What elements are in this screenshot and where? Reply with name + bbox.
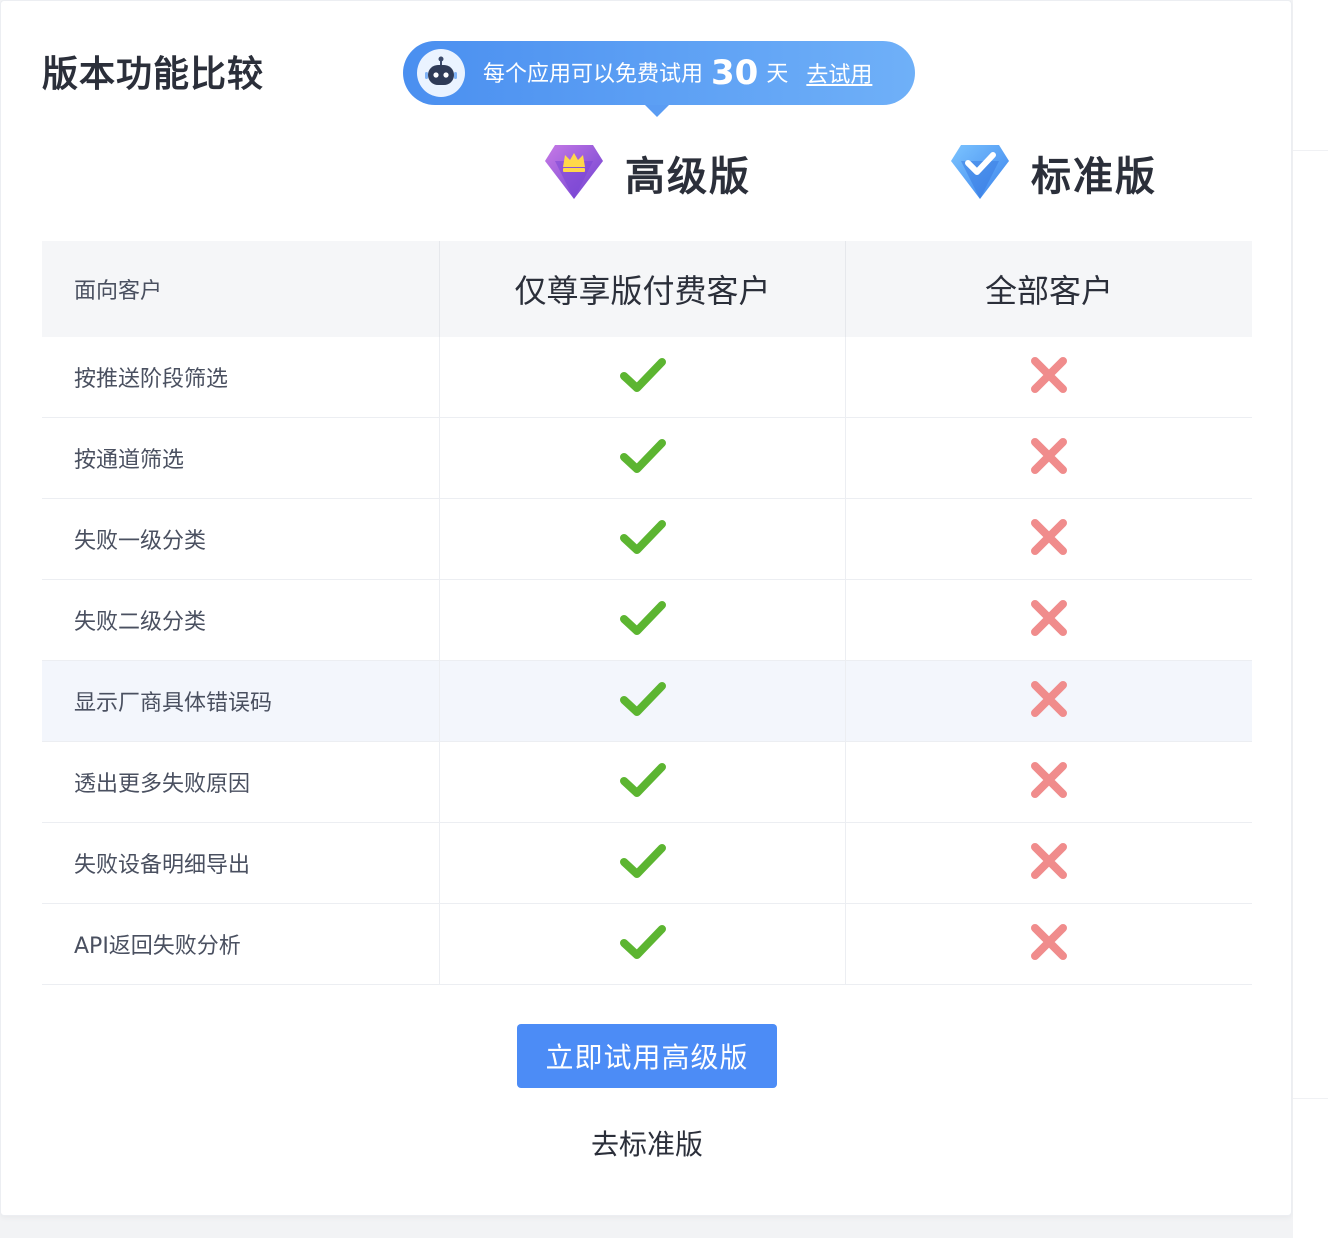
table-row: 显示厂商具体错误码 xyxy=(42,661,1252,742)
header-label: 面向客户 xyxy=(74,279,163,304)
go-standard-link[interactable]: 去标准版 xyxy=(517,1123,777,1163)
divider xyxy=(1293,1098,1328,1099)
header-premium: 仅尊享版付费客户 xyxy=(439,241,845,337)
cross-icon xyxy=(1030,680,1068,722)
cross-icon xyxy=(1030,437,1068,479)
table-row: 失败一级分类 xyxy=(42,499,1252,580)
trial-banner: 每个应用可以免费试用 30 天 去试用 xyxy=(403,41,915,117)
cross-icon xyxy=(1030,761,1068,803)
check-icon xyxy=(619,518,666,560)
feature-name: 按推送阶段筛选 xyxy=(74,367,229,392)
check-icon xyxy=(619,923,666,965)
feature-comparison-table: 面向客户 仅尊享版付费客户 全部客户 按推送阶段筛选 按通道筛选失败一级分类 失败二… xyxy=(42,241,1252,985)
trial-text-suffix: 天 xyxy=(766,62,789,87)
try-premium-button[interactable]: 立即试用高级版 xyxy=(517,1024,777,1088)
premium-support-cell xyxy=(439,580,845,660)
right-edge-panel xyxy=(1293,0,1328,1238)
premium-support-cell xyxy=(439,337,845,417)
crown-gem-icon xyxy=(543,141,605,205)
check-icon xyxy=(619,356,666,398)
cross-icon xyxy=(1030,923,1068,965)
check-icon xyxy=(619,599,666,641)
comparison-panel: 版本功能比较 每个应用可以免费试用 30 天 去试用 高级版 标准版 面向客户 … xyxy=(0,0,1292,1216)
feature-name: 失败设备明细导出 xyxy=(74,853,251,878)
standard-support-cell xyxy=(845,823,1252,903)
trial-days: 30 xyxy=(711,53,759,93)
robot-icon xyxy=(417,49,465,97)
standard-support-cell xyxy=(845,904,1252,984)
standard-support-cell xyxy=(845,661,1252,741)
feature-name: 按通道筛选 xyxy=(74,448,185,473)
feature-name: 失败二级分类 xyxy=(74,610,207,635)
table-row: 按推送阶段筛选 xyxy=(42,337,1252,418)
try-now-link[interactable]: 去试用 xyxy=(806,57,872,89)
feature-name: API返回失败分析 xyxy=(74,934,241,959)
premium-plan-name: 高级版 xyxy=(625,154,751,200)
standard-support-cell xyxy=(845,418,1252,498)
feature-name: 透出更多失败原因 xyxy=(74,772,251,797)
table-body: 按推送阶段筛选 按通道筛选失败一级分类 失败二级分类显示厂商具体错误码 透出更多失败原… xyxy=(42,337,1252,985)
cross-icon xyxy=(1030,356,1068,398)
page-title: 版本功能比较 xyxy=(42,54,265,95)
premium-support-cell xyxy=(439,418,845,498)
table-row: 按通道筛选 xyxy=(42,418,1252,499)
feature-name: 显示厂商具体错误码 xyxy=(74,691,273,716)
cross-icon xyxy=(1030,842,1068,884)
trial-text-prefix: 每个应用可以免费试用 xyxy=(483,62,704,87)
standard-support-cell xyxy=(845,337,1252,417)
premium-support-cell xyxy=(439,499,845,579)
premium-support-cell xyxy=(439,661,845,741)
header-standard: 全部客户 xyxy=(845,241,1252,337)
cross-icon xyxy=(1030,518,1068,560)
standard-plan-header: 标准版 xyxy=(949,141,1157,205)
standard-support-cell xyxy=(845,580,1252,660)
standard-plan-name: 标准版 xyxy=(1031,154,1157,200)
table-row: API返回失败分析 xyxy=(42,904,1252,985)
table-row: 失败设备明细导出 xyxy=(42,823,1252,904)
check-icon xyxy=(619,680,666,722)
standard-support-cell xyxy=(845,742,1252,822)
table-row: 透出更多失败原因 xyxy=(42,742,1252,823)
standard-support-cell xyxy=(845,499,1252,579)
check-gem-icon xyxy=(949,141,1011,205)
premium-support-cell xyxy=(439,823,845,903)
cross-icon xyxy=(1030,599,1068,641)
premium-support-cell xyxy=(439,742,845,822)
premium-plan-header: 高级版 xyxy=(543,141,751,205)
trial-text: 每个应用可以免费试用 30 天 xyxy=(483,53,788,93)
check-icon xyxy=(619,761,666,803)
check-icon xyxy=(619,437,666,479)
divider xyxy=(1293,150,1328,151)
check-icon xyxy=(619,842,666,884)
feature-name: 失败一级分类 xyxy=(74,529,207,554)
table-row: 失败二级分类 xyxy=(42,580,1252,661)
premium-support-cell xyxy=(439,904,845,984)
table-header-row: 面向客户 仅尊享版付费客户 全部客户 xyxy=(42,241,1252,337)
